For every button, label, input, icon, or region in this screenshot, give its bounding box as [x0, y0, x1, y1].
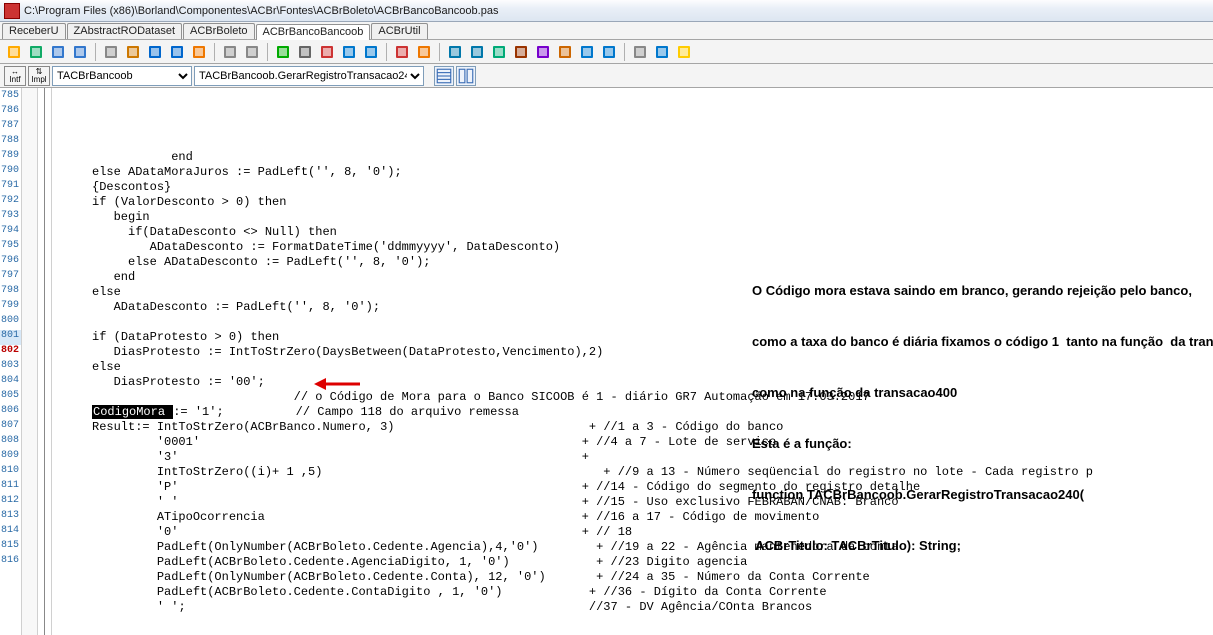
annotation-arrow-icon — [312, 374, 362, 394]
line-gutter: 7857867877887897907917927937947957967977… — [0, 88, 22, 635]
type-button[interactable] — [489, 42, 509, 62]
code-line[interactable] — [52, 615, 1213, 630]
unit-button[interactable] — [533, 42, 553, 62]
annotation-text: O Código mora estava saindo em branco, g… — [752, 248, 1213, 588]
redo-button[interactable] — [189, 42, 209, 62]
open-button[interactable] — [26, 42, 46, 62]
app-icon — [4, 3, 20, 19]
class-button[interactable] — [511, 42, 531, 62]
help-button[interactable] — [652, 42, 672, 62]
run-button[interactable] — [273, 42, 293, 62]
window-titlebar: C:\Program Files (x86)\Borland\Component… — [0, 0, 1213, 22]
bp-button[interactable] — [414, 42, 434, 62]
method-selector[interactable]: TACBrBancoob.GerarRegistroTransacao240 — [194, 66, 424, 86]
file-tabs: ReceberUZAbstractRODatasetACBrBoletoACBr… — [0, 22, 1213, 40]
stop-button[interactable] — [317, 42, 337, 62]
main-toolbar — [0, 40, 1213, 64]
pause-button[interactable] — [295, 42, 315, 62]
view-mode-2-button[interactable] — [456, 66, 476, 86]
cut-button[interactable] — [101, 42, 121, 62]
stepinto-button[interactable] — [339, 42, 359, 62]
fold-gutter — [38, 88, 52, 635]
file-tab[interactable]: ACBrUtil — [371, 23, 427, 39]
code-area[interactable]: O Código mora estava saindo em branco, g… — [52, 88, 1213, 635]
window-title: C:\Program Files (x86)\Borland\Component… — [24, 5, 498, 17]
class-selector[interactable]: TACBrBancoob — [52, 66, 192, 86]
file-tab[interactable]: ACBrBancoBancoob — [256, 24, 371, 40]
new-button[interactable] — [4, 42, 24, 62]
file-tab[interactable]: ReceberU — [2, 23, 66, 39]
win-button[interactable] — [555, 42, 575, 62]
grid-button[interactable] — [599, 42, 619, 62]
replace-button[interactable] — [242, 42, 262, 62]
bulb-button[interactable] — [674, 42, 694, 62]
code-line[interactable]: if(DataDesconto <> Null) then — [52, 225, 1213, 240]
saveall-button[interactable] — [70, 42, 90, 62]
nav-impl-button[interactable]: ⇅Impl — [28, 66, 50, 86]
folder-button[interactable] — [445, 42, 465, 62]
copy-button[interactable] — [123, 42, 143, 62]
code-line[interactable]: begin — [52, 210, 1213, 225]
code-line[interactable]: ' '; //37 - DV Agência/COnta Brancos — [52, 600, 1213, 615]
bookmark-button[interactable] — [392, 42, 412, 62]
code-line[interactable]: end — [52, 150, 1213, 165]
nav-intf-button[interactable]: ↔Intf — [4, 66, 26, 86]
db-button[interactable] — [577, 42, 597, 62]
marker-gutter — [22, 88, 38, 635]
editor: 7857867877887897907917927937947957967977… — [0, 88, 1213, 635]
file-tab[interactable]: ZAbstractRODataset — [67, 23, 182, 39]
nav-bar: ↔Intf ⇅Impl TACBrBancoob TACBrBancoob.Ge… — [0, 64, 1213, 88]
cfg-button[interactable] — [630, 42, 650, 62]
tree-button[interactable] — [467, 42, 487, 62]
undo-button[interactable] — [167, 42, 187, 62]
view-mode-1-button[interactable] — [434, 66, 454, 86]
code-line[interactable]: {Descontos} — [52, 180, 1213, 195]
find-button[interactable] — [220, 42, 240, 62]
save-button[interactable] — [48, 42, 68, 62]
file-tab[interactable]: ACBrBoleto — [183, 23, 254, 39]
paste-button[interactable] — [145, 42, 165, 62]
code-line[interactable]: else ADataMoraJuros := PadLeft('', 8, '0… — [52, 165, 1213, 180]
stepover-button[interactable] — [361, 42, 381, 62]
code-line[interactable]: if (ValorDesconto > 0) then — [52, 195, 1213, 210]
